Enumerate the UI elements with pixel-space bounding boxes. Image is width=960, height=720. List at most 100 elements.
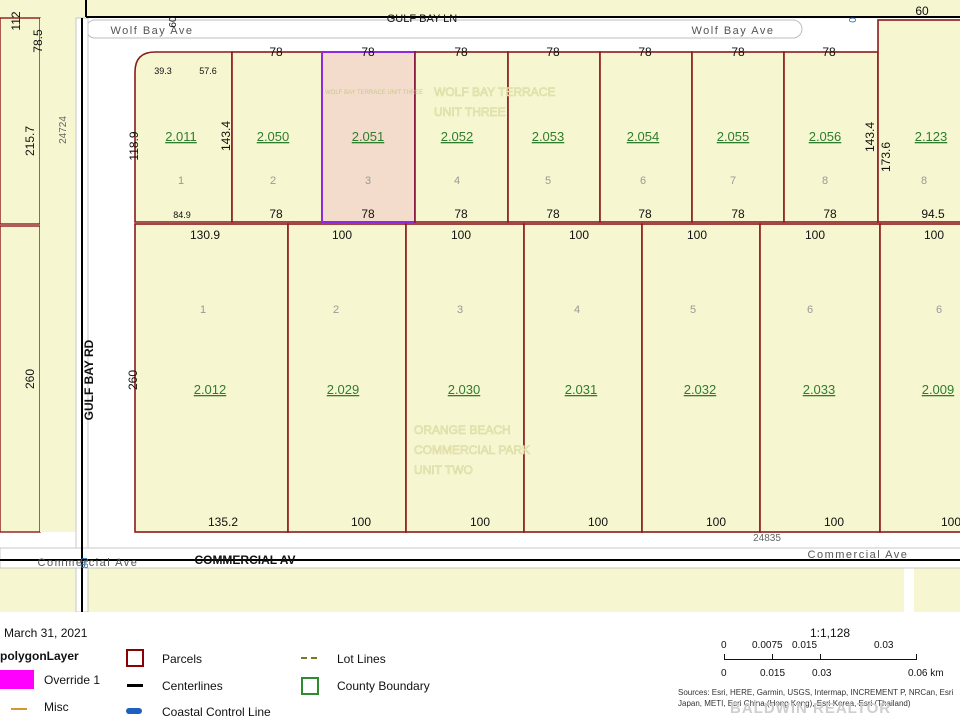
dimension-label: 78 <box>546 207 560 221</box>
parcel-id-link[interactable]: 2.029 <box>327 382 360 397</box>
dimension-label: 130.9 <box>190 228 220 242</box>
subdivision-label-wolf-bay-line2: UNIT THREE <box>434 105 506 119</box>
road-label-wolf-bay-ave-west: Wolf Bay Ave <box>110 25 193 37</box>
parcel-lot-2-030[interactable] <box>405 223 525 533</box>
dimension-label: 78 <box>638 45 652 59</box>
lot-number: 6 <box>936 304 942 316</box>
parcel-southwest <box>0 568 76 612</box>
map-date: March 31, 2021 <box>4 626 88 640</box>
lot-number: 1 <box>200 304 206 316</box>
parcel-id-link[interactable]: 2.032 <box>684 382 717 397</box>
lot-number: 2 <box>270 175 276 187</box>
lot-number: 7 <box>730 175 736 187</box>
parcel-lot-2-033[interactable] <box>759 223 881 533</box>
parcel-lot-2-012[interactable] <box>134 223 289 533</box>
road-label-gulf-bay-rd: GULF BAY RD <box>82 339 96 420</box>
dimension-label: 94.5 <box>921 207 945 221</box>
parcel-id-link[interactable]: 2.009 <box>922 382 955 397</box>
dimension-label-vertical: 118.9 <box>127 131 141 160</box>
parcel-id-link[interactable]: 2.053 <box>532 129 565 144</box>
parcel-west-strip <box>40 18 76 532</box>
dimension-label: 100 <box>941 515 960 529</box>
parcel-id-link[interactable]: 2.011 <box>165 129 197 144</box>
dimension-label: 78 <box>546 45 560 59</box>
parcel-id-link[interactable]: 2.055 <box>717 129 750 144</box>
scale-lower-2: 0.03 <box>812 668 832 679</box>
parcel-id-link[interactable]: 2.012 <box>194 382 227 397</box>
dimension-label-vertical: 173.6 <box>879 142 893 172</box>
dimension-label: 100 <box>687 228 707 242</box>
dimension-label-vertical: 215.7 <box>23 126 37 156</box>
parcels-swatch <box>126 649 144 667</box>
parcel-block-top <box>0 0 960 18</box>
lot-number: 5 <box>690 304 696 316</box>
legend-override-label: Override 1 <box>44 673 101 687</box>
scale-tick <box>916 654 917 660</box>
parcel-id-link[interactable]: 2.030 <box>448 382 481 397</box>
lot-number: 4 <box>574 304 580 316</box>
dimension-label: 100 <box>805 228 825 242</box>
lot-number: 3 <box>457 304 463 316</box>
legend-coastal-label: Coastal Control Line <box>162 705 271 719</box>
dimension-label-edge: 60 <box>168 16 179 28</box>
legend-layer-title: polygonLayer <box>0 649 79 663</box>
dimension-label: 100 <box>706 515 726 529</box>
scale-upper-1: 0.0075 <box>752 640 783 651</box>
scale-upper-0: 0 <box>721 640 727 651</box>
dimension-label: 100 <box>332 228 352 242</box>
lot-number: 1 <box>178 175 184 187</box>
coastal-swatch <box>126 708 142 714</box>
scale-tick <box>820 654 821 660</box>
subdivision-label-orange-beach-line1: ORANGE BEACH <box>414 423 511 437</box>
override-swatch <box>0 670 34 689</box>
road-number-west: 24724 <box>58 116 69 144</box>
dimension-label: 78 <box>731 207 745 221</box>
road-label-wolf-bay-ave-east: Wolf Bay Ave <box>691 25 774 37</box>
dimension-label: 78 <box>454 207 468 221</box>
lot-number: 5 <box>545 175 551 187</box>
parcel-south[interactable] <box>88 566 904 612</box>
parcel-lot-2-009[interactable] <box>879 223 960 533</box>
parcel-id-link[interactable]: 2.052 <box>441 129 474 144</box>
parcel-lot-2-032[interactable] <box>641 223 761 533</box>
scale-lower-1: 0.015 <box>760 668 786 679</box>
lot-number: 6 <box>807 304 813 316</box>
parcel-id-link[interactable]: 2.051 <box>352 129 385 144</box>
centerlines-swatch <box>127 684 143 687</box>
parcel-id-link[interactable]: 2.054 <box>627 129 660 144</box>
parcel-id-link[interactable]: 2.031 <box>565 382 598 397</box>
parcel-lot-2-123[interactable] <box>877 19 960 223</box>
dimension-label: 78 <box>361 45 375 59</box>
subdivision-label-orange-beach-line2: COMMERCIAL PARK <box>414 443 530 457</box>
parcel-id-link[interactable]: 2.123 <box>915 129 948 144</box>
parcel-south-east[interactable] <box>914 566 960 612</box>
dimension-label: 78 <box>269 45 283 59</box>
scale-bar: 1:1,128 0 0.0075 0.015 0.03 0 0.015 0.03… <box>678 612 960 720</box>
dimension-label: 135.2 <box>208 515 238 529</box>
dimension-label-vertical: 260 <box>23 369 37 389</box>
scale-upper-2: 0.015 <box>792 640 818 651</box>
road-number-south: 24835 <box>753 533 781 544</box>
parcel-lot-2-031[interactable] <box>523 223 643 533</box>
parcel-id-link[interactable]: 2.033 <box>803 382 836 397</box>
dimension-label: 57.6 <box>199 66 217 76</box>
dimension-label: 100 <box>569 228 589 242</box>
dimension-label-vertical: 143.4 <box>219 121 233 151</box>
parcel-lot-2-029[interactable] <box>287 223 407 533</box>
lot-number: 6 <box>640 175 646 187</box>
parcel-id-link[interactable]: 2.056 <box>809 129 842 144</box>
dimension-label: 78 <box>454 45 468 59</box>
scale-tick <box>772 654 773 660</box>
legend-misc-label: Misc <box>44 700 69 714</box>
dimension-label-edge: 60 <box>915 4 929 18</box>
road-label-commercial-av: COMMERCIAL AV <box>194 553 295 567</box>
scale-ratio: 1:1,128 <box>810 626 851 640</box>
dimension-label-vertical: 143.4 <box>863 122 877 152</box>
dimension-label: 100 <box>588 515 608 529</box>
dimension-label: 78 <box>269 207 283 221</box>
dimension-label: 78 <box>731 45 745 59</box>
misc-line-swatch <box>11 708 27 710</box>
parcel-id-link[interactable]: 2.050 <box>257 129 290 144</box>
dimension-label: 100 <box>451 228 471 242</box>
dimension-label: 78 <box>822 45 836 59</box>
